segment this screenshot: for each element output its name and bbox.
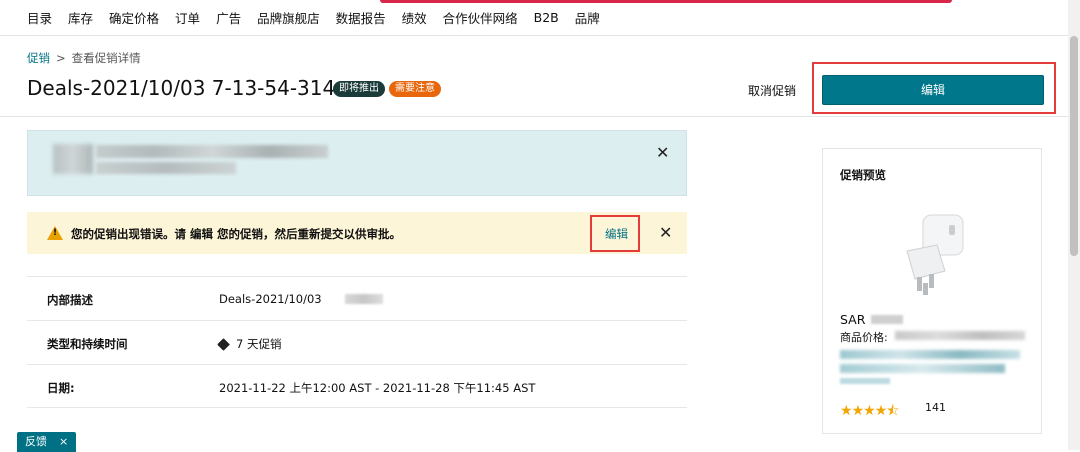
redacted-content (96, 145, 328, 158)
preview-list-price-label: 商品价格: (840, 331, 888, 344)
nav-item-orders[interactable]: 订单 (175, 8, 200, 27)
info-banner: ✕ (27, 130, 687, 196)
warning-banner: ! 您的促销出现错误。请 编辑 您的促销，然后重新提交以供审批。 编辑 ✕ (27, 212, 687, 254)
feedback-close-icon[interactable]: × (59, 432, 68, 452)
detail-value: 2021-11-22 上午12:00 AST - 2021-11-28 下午11… (219, 381, 536, 395)
redacted-content (871, 315, 903, 324)
rating-count[interactable]: 141 (925, 401, 946, 414)
nav-item-reports[interactable]: 数据报告 (336, 8, 386, 27)
star-icon: ★ (840, 403, 853, 419)
detail-row-type: 类型和持续时间 7 天促销 (27, 320, 687, 364)
nav-item-pricing[interactable]: 确定价格 (109, 8, 159, 27)
redacted-product-link[interactable] (840, 350, 1020, 359)
redacted-content (53, 144, 93, 174)
feedback-label[interactable]: 反馈 (25, 432, 47, 452)
redacted-content (96, 162, 236, 174)
nav-item-stores[interactable]: 品牌旗舰店 (257, 8, 320, 27)
detail-label: 内部描述 (47, 293, 93, 307)
nav-item-catalog[interactable]: 目录 (27, 8, 52, 27)
status-badge: 即将推出 (333, 81, 385, 97)
star-half-icon: ⯪ (886, 403, 899, 419)
attention-badge: 需要注意 (389, 81, 441, 97)
cancel-promotion-link[interactable]: 取消促销 (748, 82, 796, 99)
redacted-content (345, 294, 383, 304)
warning-text: 您的促销出现错误。请 编辑 您的促销，然后重新提交以供审批。 (71, 227, 402, 241)
breadcrumb-promotions-link[interactable]: 促销 (27, 50, 50, 66)
redacted-product-link[interactable] (840, 378, 890, 384)
promotion-details-table: 内部描述 Deals-2021/10/03 类型和持续时间 7 天促销 日期: … (27, 276, 687, 408)
redacted-content (895, 331, 1025, 340)
nav-item-brands[interactable]: 品牌 (575, 8, 600, 27)
header-divider (0, 116, 1068, 117)
preview-title: 促销预览 (840, 168, 886, 182)
tag-icon (217, 338, 230, 351)
nav-item-b2b[interactable]: B2B (534, 10, 559, 25)
detail-value: Deals-2021/10/03 (219, 292, 322, 306)
feedback-tab[interactable]: 反馈 × (17, 432, 77, 452)
detail-label: 日期: (47, 381, 75, 395)
scrollbar-track[interactable] (1068, 0, 1080, 450)
close-icon[interactable]: ✕ (656, 143, 669, 162)
breadcrumb: 促销 > 查看促销详情 (27, 50, 141, 66)
nav-item-inventory[interactable]: 库存 (68, 8, 93, 27)
detail-row-description: 内部描述 Deals-2021/10/03 (27, 276, 687, 320)
breadcrumb-separator: > (56, 51, 66, 65)
redacted-product-link[interactable] (840, 364, 1005, 373)
warning-exclamation: ! (52, 228, 58, 238)
scrollbar-thumb[interactable] (1070, 36, 1078, 256)
top-navigation: 目录 库存 确定价格 订单 广告 品牌旗舰店 数据报告 绩效 合作伙伴网络 B2… (0, 0, 1068, 36)
breadcrumb-current: 查看促销详情 (71, 51, 141, 65)
nav-item-advertising[interactable]: 广告 (216, 8, 241, 27)
star-icon: ★ (851, 403, 865, 419)
nav-item-partner-network[interactable]: 合作伙伴网络 (443, 8, 518, 27)
promotion-preview-card: 促销预览 SAR 商品价格: ★★★★⯪ 141 (822, 148, 1042, 434)
detail-row-dates: 日期: 2021-11-22 上午12:00 AST - 2021-11-28 … (27, 364, 687, 408)
page-title: Deals-2021/10/03 7-13-54-314 (27, 76, 336, 100)
product-image[interactable] (901, 211, 967, 297)
close-icon[interactable]: ✕ (659, 223, 672, 242)
annotation-highlight-box (590, 215, 640, 252)
detail-value-wrap: 7 天促销 (217, 336, 282, 352)
star-icon: ★ (863, 403, 876, 419)
star-icon: ★ (874, 403, 888, 419)
preview-price: SAR (840, 312, 866, 327)
detail-label: 类型和持续时间 (47, 337, 128, 351)
rating-stars: ★★★★⯪ (840, 400, 900, 424)
nav-item-performance[interactable]: 绩效 (402, 8, 427, 27)
detail-value: 7 天促销 (236, 337, 282, 351)
edit-button[interactable]: 编辑 (822, 75, 1044, 105)
